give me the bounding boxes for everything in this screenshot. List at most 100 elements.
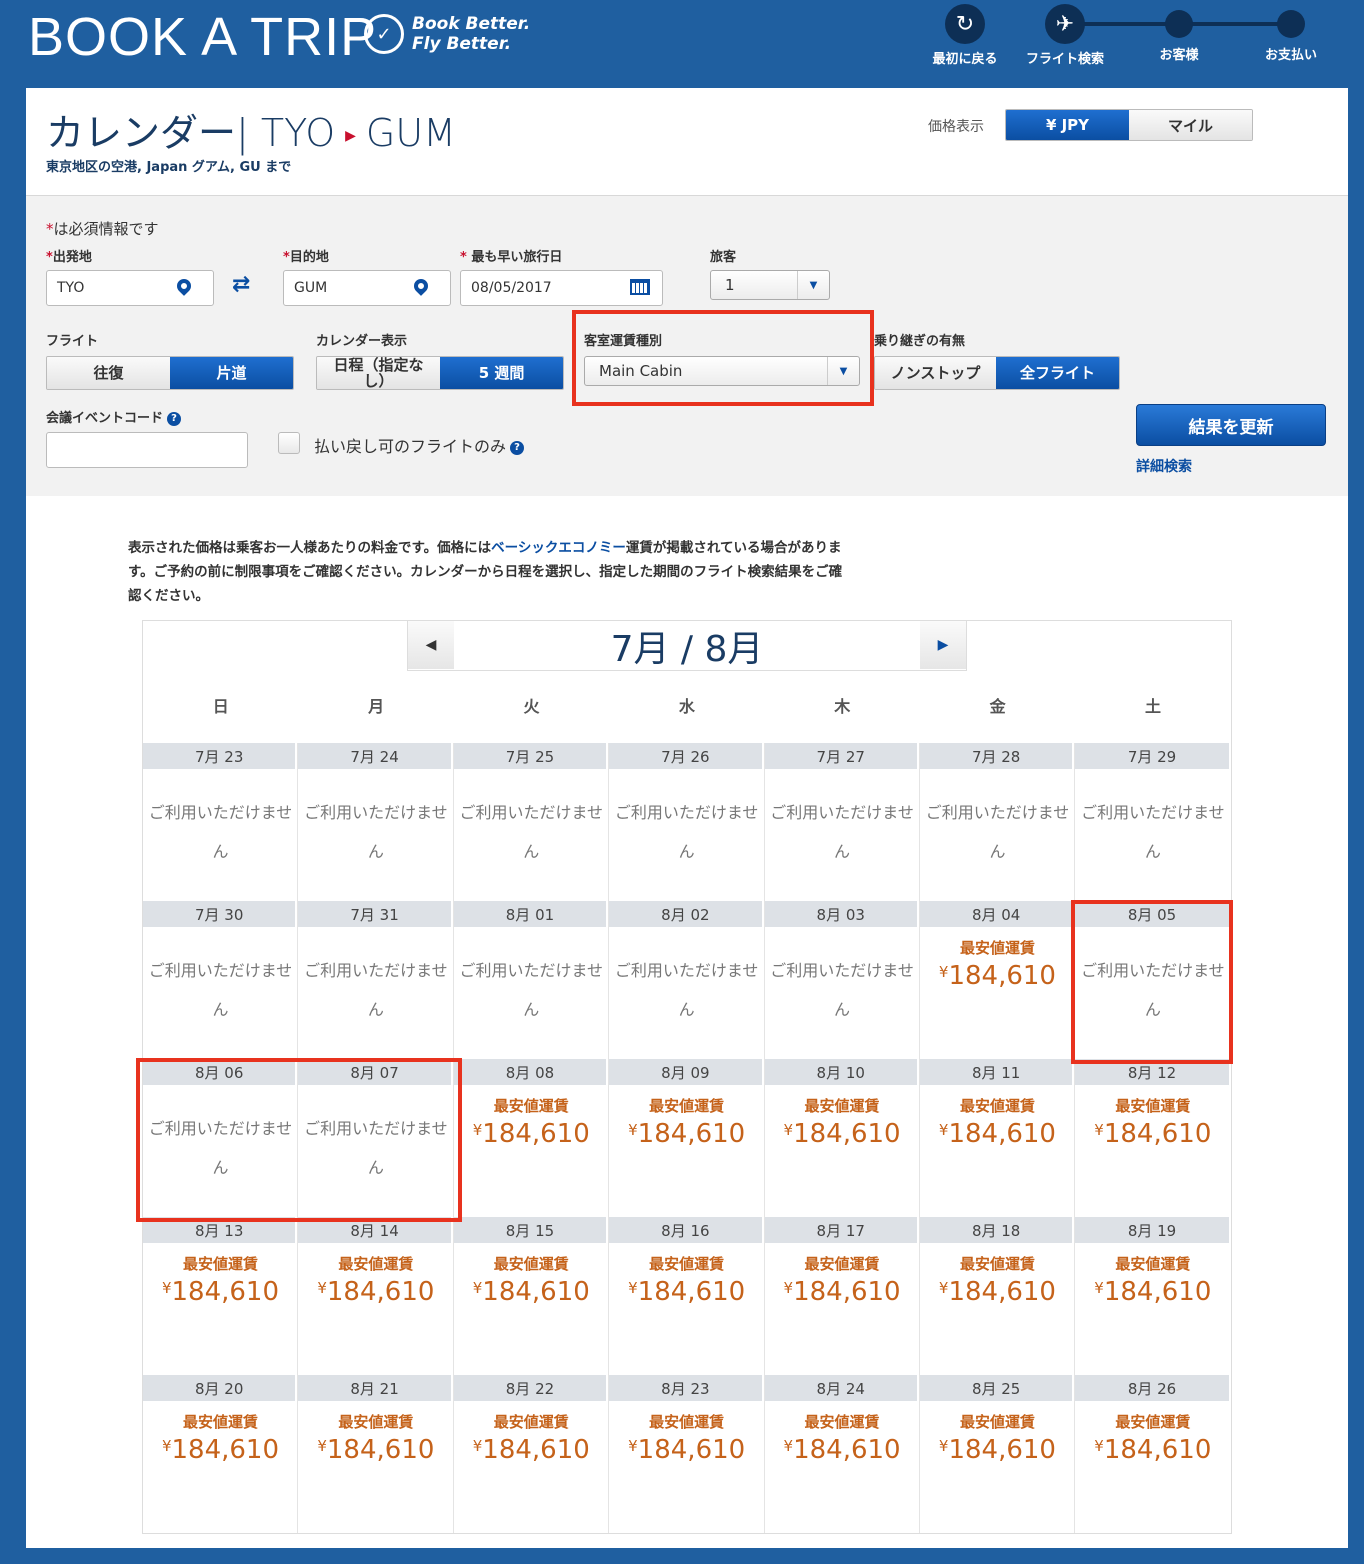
day-price[interactable]: ¥184,610 xyxy=(454,1435,609,1465)
currency-symbol: ¥ xyxy=(472,1121,483,1139)
day-price[interactable]: ¥184,610 xyxy=(1075,1119,1230,1149)
calendar-day-cell[interactable]: 8月 10 最安値運賃 ¥184,610 xyxy=(764,1059,920,1217)
advanced-search-link[interactable]: 詳細検索 xyxy=(1136,456,1192,476)
calendar-day-cell[interactable]: 8月 12 最安値運賃 ¥184,610 xyxy=(1075,1059,1231,1217)
calendar-day-cell[interactable]: 8月 22 最安値運賃 ¥184,610 xyxy=(453,1375,610,1533)
basic-economy-link[interactable]: ベーシックエコノミー xyxy=(491,540,626,556)
origin-input[interactable]: TYO xyxy=(46,270,214,306)
calendar-day-cell[interactable]: 8月 13 最安値運賃 ¥184,610 xyxy=(143,1217,299,1375)
update-results-button[interactable]: 結果を更新 xyxy=(1136,404,1326,446)
calendar-day-cell: 7月 28 ご利用いただけません xyxy=(919,743,1076,901)
lowest-fare-label: 最安値運賃 xyxy=(338,1255,414,1273)
calendar-day-cell[interactable]: 8月 08 最安値運賃 ¥184,610 xyxy=(453,1059,610,1217)
day-price[interactable]: ¥184,610 xyxy=(920,961,1075,991)
calendar-day-cell[interactable]: 8月 14 最安値運賃 ¥184,610 xyxy=(298,1217,454,1375)
help-icon[interactable]: ? xyxy=(510,440,525,455)
main-panel: カレンダー| TYO ▶ GUM 東京地区の空港, Japan グアム, GU まで… xyxy=(26,88,1348,1548)
flight-option-oneway[interactable]: 片道 xyxy=(170,357,293,389)
page-title: カレンダー| TYO ▶ GUM xyxy=(46,102,456,157)
price-option-jpy[interactable]: ¥ JPY xyxy=(1006,110,1129,140)
price-amount: 184,610 xyxy=(637,1435,746,1465)
step-label: お客様 xyxy=(1159,48,1199,63)
calendar-icon[interactable] xyxy=(630,279,650,295)
calendar-day-cell[interactable]: 8月 18 最安値運賃 ¥184,610 xyxy=(919,1217,1076,1375)
destination-input[interactable]: GUM xyxy=(283,270,451,306)
day-price[interactable]: ¥184,610 xyxy=(609,1435,764,1465)
help-icon[interactable]: ? xyxy=(167,411,182,426)
connections-toggle: ノンストップ 全フライト xyxy=(874,356,1120,390)
calendar-day-cell[interactable]: 8月 23 最安値運賃 ¥184,610 xyxy=(609,1375,765,1533)
calendar-day-cell[interactable]: 8月 16 最安値運賃 ¥184,610 xyxy=(609,1217,765,1375)
calendar-day-cell[interactable]: 8月 15 最安値運賃 ¥184,610 xyxy=(453,1217,610,1375)
calendar-day-cell[interactable]: 8月 20 最安値運賃 ¥184,610 xyxy=(143,1375,299,1533)
calendar-day-cell[interactable]: 8月 09 最安値運賃 ¥184,610 xyxy=(609,1059,765,1217)
day-price[interactable]: ¥184,610 xyxy=(143,1435,298,1465)
currency-symbol: ¥ xyxy=(317,1279,327,1297)
weekday-label: 土 xyxy=(1145,697,1162,716)
connect-option-all[interactable]: 全フライト xyxy=(996,357,1119,389)
calendar-day-cell[interactable]: 8月 25 最安値運賃 ¥184,610 xyxy=(919,1375,1076,1533)
previous-month-button[interactable]: ◀ xyxy=(408,621,454,669)
day-price[interactable]: ¥184,610 xyxy=(298,1277,453,1307)
lowest-fare-label: 最安値運賃 xyxy=(1115,1097,1191,1115)
step-start-over[interactable]: ↻ 最初に戻る xyxy=(910,4,1020,67)
price-option-miles[interactable]: マイル xyxy=(1129,110,1252,140)
cabin-type-select[interactable]: Main Cabin ▼ xyxy=(584,356,860,386)
swap-icon[interactable]: ⇄ xyxy=(232,272,250,297)
calendar-day-cell: 8月 02 ご利用いただけません xyxy=(609,901,765,1059)
day-price[interactable]: ¥184,610 xyxy=(765,1435,920,1465)
calendar-day-cell[interactable]: 8月 19 最安値運賃 ¥184,610 xyxy=(1075,1217,1231,1375)
calendar-day-cell[interactable]: 8月 24 最安値運賃 ¥184,610 xyxy=(764,1375,920,1533)
day-price[interactable]: ¥184,610 xyxy=(920,1277,1075,1307)
book-a-trip-title: BOOK A TRIP xyxy=(28,7,378,67)
calendar-day-cell[interactable]: 8月 17 最安値運賃 ¥184,610 xyxy=(764,1217,920,1375)
lowest-fare-label: 最安値運賃 xyxy=(959,1255,1035,1273)
tagline-line1: Book Better. xyxy=(412,14,531,34)
calendar-week-row: 7月 30 ご利用いただけません 7月 31 ご利用いただけません 8月 01 ご利用いた… xyxy=(143,901,1231,1059)
calview-option-flexible[interactable]: 日程（指定なし） xyxy=(317,357,441,389)
day-price[interactable]: ¥184,610 xyxy=(1075,1277,1230,1307)
step-label: フライト検索 xyxy=(1025,52,1104,67)
day-price[interactable]: ¥184,610 xyxy=(765,1119,920,1149)
price-amount: 184,610 xyxy=(1103,1435,1212,1465)
price-display-label: 価格表示 xyxy=(928,119,984,135)
day-price[interactable]: ¥184,610 xyxy=(1075,1435,1230,1465)
day-price[interactable]: ¥184,610 xyxy=(143,1277,298,1307)
calendar-day-cell[interactable]: 8月 11 最安値運賃 ¥184,610 xyxy=(919,1059,1076,1217)
lowest-fare-label: 最安値運賃 xyxy=(959,939,1035,957)
day-price[interactable]: ¥184,610 xyxy=(298,1435,453,1465)
date-input[interactable]: 08/05/2017 xyxy=(460,270,663,306)
refundable-checkbox[interactable] xyxy=(278,432,300,454)
day-price[interactable]: ¥184,610 xyxy=(765,1277,920,1307)
day-price[interactable]: ¥184,610 xyxy=(609,1277,764,1307)
day-date-label: 8月 13 xyxy=(143,1217,298,1243)
tagline: ✓ Book Better. Fly Better. xyxy=(364,14,530,54)
price-amount: 184,610 xyxy=(637,1119,746,1149)
day-price[interactable]: ¥184,610 xyxy=(454,1277,609,1307)
calendar-day-cell[interactable]: 8月 04 最安値運賃 ¥184,610 xyxy=(919,901,1076,1059)
day-price[interactable]: ¥184,610 xyxy=(609,1119,764,1149)
day-price[interactable]: ¥184,610 xyxy=(920,1435,1075,1465)
route-subtitle: 東京地区の空港, Japan グアム, GU まで xyxy=(46,160,292,175)
day-price[interactable]: ¥184,610 xyxy=(920,1119,1075,1149)
event-code-input[interactable] xyxy=(46,432,248,468)
price-amount: 184,610 xyxy=(793,1277,901,1307)
origin-label: *出発地 xyxy=(46,250,92,265)
day-date-label: 8月 02 xyxy=(609,901,764,927)
flight-option-roundtrip[interactable]: 往復 xyxy=(47,357,170,389)
passengers-select[interactable]: 1 ▼ xyxy=(710,270,830,300)
connect-option-nonstop[interactable]: ノンストップ xyxy=(875,357,997,389)
calview-option-5weeks[interactable]: 5 週間 xyxy=(440,357,563,389)
unavailable-text: ご利用いただけません xyxy=(304,961,448,1019)
fare-calendar: ◀ 7月 / 8月 ▶ 日 月 火 水 木 金 土 7月 23 ご利用いただけませ… xyxy=(142,620,1232,1534)
calendar-view-label: カレンダー表示 xyxy=(316,334,408,349)
calendar-day-cell[interactable]: 8月 21 最安値運賃 ¥184,610 xyxy=(298,1375,454,1533)
day-price[interactable]: ¥184,610 xyxy=(454,1119,609,1149)
price-amount: 184,610 xyxy=(482,1119,590,1149)
lowest-fare-label: 最安値運賃 xyxy=(493,1255,569,1273)
next-month-button[interactable]: ▶ xyxy=(920,621,966,669)
calendar-day-cell: 8月 03 ご利用いただけません xyxy=(764,901,920,1059)
step-flight-search[interactable]: ✈ フライト検索 xyxy=(1010,4,1120,67)
currency-symbol: ¥ xyxy=(161,1437,172,1455)
calendar-day-cell[interactable]: 8月 26 最安値運賃 ¥184,610 xyxy=(1075,1375,1231,1533)
